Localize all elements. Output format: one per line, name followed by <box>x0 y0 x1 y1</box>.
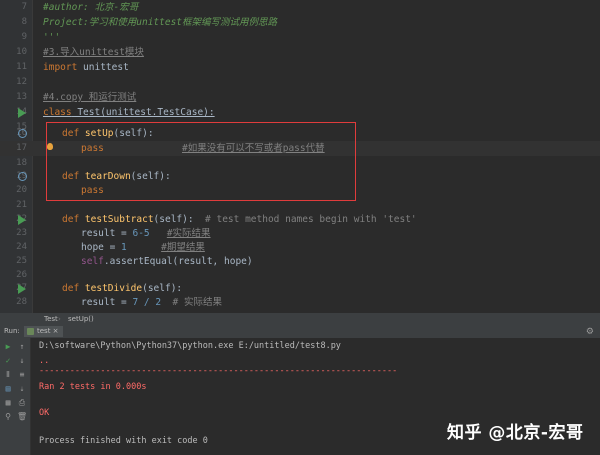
console-command-line: D:\software\Python\Python37\python.exe E… <box>39 341 341 351</box>
self-keyword: self <box>81 256 104 267</box>
code-text: result = <box>81 297 133 308</box>
code-line-27[interactable]: 27 def testDivide(self): <box>0 281 600 296</box>
code-text: .assertEqual(result, hope) <box>103 256 253 267</box>
code-line-7[interactable]: 7 #author: 北京-宏哥 <box>0 0 600 15</box>
soft-wrap-icon[interactable]: ≡ <box>17 370 27 380</box>
python-test-icon <box>27 328 34 335</box>
run-tab-test[interactable]: test × <box>24 326 63 337</box>
run-tool-strip: ▶ ↑ ✓ ↓ Ⅱ ≡ ▤ ⇣ ▦ ⎙ ⚲ 🗑 <box>0 338 31 455</box>
line-number: 7 <box>21 2 27 12</box>
code-text: ''' <box>43 32 61 43</box>
run-test-icon[interactable] <box>18 215 26 225</box>
code-text: #期望结果 <box>161 242 205 253</box>
line-number: 21 <box>16 200 27 210</box>
breadcrumb-method[interactable]: setUp() <box>68 313 94 325</box>
code-line-23[interactable]: 23 result = 6-5 #实际结果 <box>0 226 600 241</box>
breadcrumb-class[interactable]: Test <box>44 313 58 325</box>
breadcrumb-separator: › <box>58 315 61 323</box>
code-text: Project:学习和使用unittest框架编写测试用例思路 <box>43 17 278 28</box>
code-text: result = <box>81 228 133 239</box>
console-ran-tests: Ran 2 tests in 0.000s <box>39 382 147 392</box>
up-arrow-icon[interactable]: ↑ <box>17 342 27 352</box>
function-name: testSubtract <box>84 214 154 225</box>
code-text: (self): <box>153 214 194 225</box>
run-test-icon[interactable] <box>18 284 26 294</box>
override-method-icon[interactable] <box>18 172 27 181</box>
number: 6-5 <box>132 228 150 239</box>
line-number: 9 <box>21 32 27 42</box>
down-arrow-icon[interactable]: ↓ <box>17 356 27 366</box>
code-line-22[interactable]: 22 def testSubtract(self): # test method … <box>0 212 600 227</box>
line-number: 12 <box>16 77 27 87</box>
keyword: import <box>43 62 78 73</box>
keyword: class <box>43 107 72 118</box>
run-test-icon[interactable] <box>18 108 26 118</box>
code-text: # 实际结果 <box>161 297 222 308</box>
keyword: def <box>62 283 80 294</box>
line-number: 28 <box>16 297 27 307</box>
scroll-end-icon[interactable]: ⇣ <box>17 384 27 394</box>
line-number: 23 <box>16 228 27 238</box>
run-toolbar: Run: test × ⚙ <box>0 325 600 339</box>
layout-icon[interactable]: ▦ <box>3 398 13 408</box>
code-text: hope = <box>81 242 122 253</box>
code-line-25[interactable]: 25 self.assertEqual(result, hope) <box>0 254 600 269</box>
code-line-24[interactable]: 24 hope = 1 #期望结果 <box>0 240 600 255</box>
code-line-14[interactable]: 14 class Test(unittest.TestCase): <box>0 105 600 120</box>
keyword: def <box>62 214 80 225</box>
code-editor[interactable]: 7 #author: 北京-宏哥 8 Project:学习和使用unittest框架… <box>0 0 600 313</box>
code-text: unittest <box>77 62 129 73</box>
pin-icon[interactable]: ⚲ <box>3 412 13 422</box>
pause-icon[interactable]: Ⅱ <box>3 370 13 380</box>
code-text: #实际结果 <box>166 228 211 239</box>
code-line-8[interactable]: 8 Project:学习和使用unittest框架编写测试用例思路 <box>0 15 600 30</box>
console-process-finished: Process finished with exit code 0 <box>39 436 208 446</box>
code-text: # test method names begin with 'test' <box>193 214 417 225</box>
line-number: 11 <box>16 62 27 72</box>
code-text: Test(unittest.TestCase): <box>71 107 215 118</box>
console-separator: ----------------------------------------… <box>39 366 398 376</box>
override-method-icon[interactable] <box>18 129 27 138</box>
line-number: 10 <box>16 47 27 57</box>
code-text: #3.导入unittest模块 <box>43 47 144 58</box>
check-icon[interactable]: ✓ <box>3 356 13 366</box>
code-line-9[interactable]: 9 ''' <box>0 30 600 45</box>
code-line-11[interactable]: 11 import unittest <box>0 60 600 75</box>
code-line-13[interactable]: 13 #4.copy 和运行测试 <box>0 90 600 105</box>
number: 7 / 2 <box>132 297 162 308</box>
number: 1 <box>121 242 127 253</box>
watermark: 知乎 @北京-宏哥 <box>447 423 584 443</box>
sort-icon[interactable]: ▤ <box>3 384 13 394</box>
code-line-10[interactable]: 10 #3.导入unittest模块 <box>0 45 600 60</box>
run-label: Run: <box>4 327 20 335</box>
trash-icon[interactable]: 🗑 <box>17 412 27 422</box>
line-number: 25 <box>16 256 27 266</box>
line-number: 20 <box>16 185 27 195</box>
code-text: #4.copy 和运行测试 <box>43 92 137 103</box>
rerun-icon[interactable]: ▶ <box>3 342 13 352</box>
console-ok: OK <box>39 408 50 418</box>
line-number: 24 <box>16 242 27 252</box>
print-icon[interactable]: ⎙ <box>17 398 27 408</box>
line-number: 17 <box>16 143 27 153</box>
run-tab-label: test <box>37 327 51 335</box>
code-line-12[interactable]: 12 <box>0 75 600 90</box>
line-number: 8 <box>21 17 27 27</box>
code-line-28[interactable]: 28 result = 7 / 2 # 实际结果 <box>0 295 600 310</box>
code-text: #author: 北京-宏哥 <box>43 2 139 13</box>
highlight-box <box>46 122 356 201</box>
function-name: testDivide <box>84 283 143 294</box>
line-number: 13 <box>16 92 27 102</box>
code-text: (self): <box>142 283 183 294</box>
